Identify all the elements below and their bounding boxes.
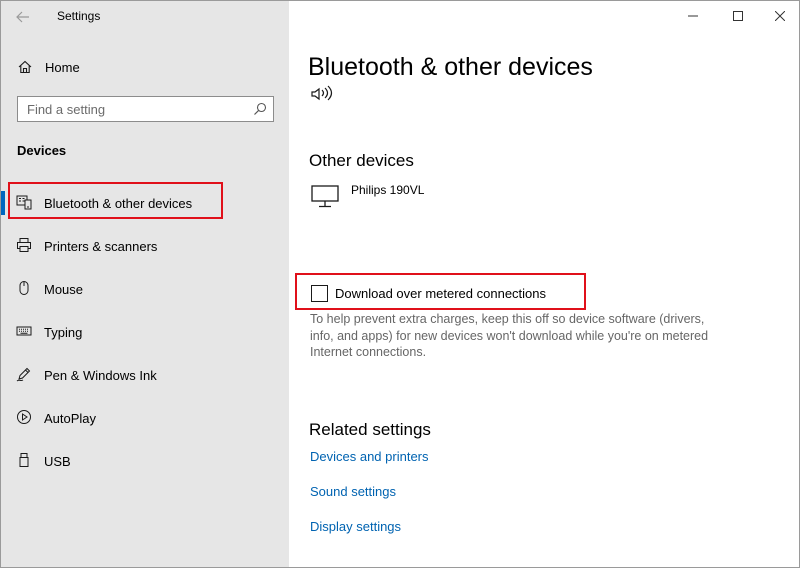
sidebar-item-bluetooth[interactable]: Bluetooth & other devices — [1, 182, 289, 225]
related-settings-title: Related settings — [309, 420, 431, 439]
metered-label[interactable]: Download over metered connections — [335, 286, 546, 301]
close-icon — [775, 11, 785, 21]
sidebar-item-label: USB — [44, 454, 71, 469]
keyboard-icon — [16, 326, 32, 336]
sidebar-item-label: Bluetooth & other devices — [44, 196, 193, 211]
printer-icon — [17, 238, 31, 252]
other-devices-title: Other devices — [309, 151, 414, 170]
selection-indicator — [1, 191, 5, 215]
sidebar-item-label: Mouse — [44, 282, 84, 297]
device-name: Philips 190VL — [351, 183, 425, 197]
page-title: Bluetooth & other devices — [308, 53, 593, 81]
metered-help-text: To help prevent extra charges, keep this… — [310, 312, 709, 359]
sidebar: Settings Home Find a setting Devices Blu… — [1, 1, 289, 567]
search-placeholder: Find a setting — [27, 102, 106, 117]
maximize-icon — [733, 11, 743, 21]
search-icon[interactable] — [253, 102, 267, 116]
app-title: Settings — [57, 9, 101, 23]
sidebar-item-printers[interactable]: Printers & scanners — [1, 225, 289, 268]
minimize-button[interactable] — [679, 5, 707, 27]
back-arrow-icon — [16, 11, 29, 23]
link-display-settings[interactable]: Display settings — [310, 519, 401, 534]
link-sound-settings[interactable]: Sound settings — [310, 484, 396, 499]
mouse-icon — [19, 281, 29, 295]
sidebar-item-typing[interactable]: Typing — [1, 311, 289, 354]
usb-icon — [19, 453, 29, 467]
sidebar-item-label: AutoPlay — [44, 411, 97, 426]
close-button[interactable] — [766, 5, 794, 27]
bluetooth-devices-icon — [16, 195, 32, 210]
sidebar-item-label: Typing — [44, 325, 83, 340]
sidebar-item-pen[interactable]: Pen & Windows Ink — [1, 354, 289, 397]
home-icon — [18, 60, 32, 74]
search-input[interactable]: Find a setting — [17, 96, 274, 122]
sidebar-item-label: Pen & Windows Ink — [44, 368, 157, 383]
sidebar-item-label: Printers & scanners — [44, 239, 158, 254]
monitor-icon — [311, 185, 339, 208]
maximize-button[interactable] — [724, 5, 752, 27]
sidebar-item-mouse[interactable]: Mouse — [1, 268, 289, 311]
sidebar-item-home[interactable]: Home — [1, 51, 289, 83]
sidebar-item-usb[interactable]: USB — [1, 440, 289, 483]
sidebar-item-autoplay[interactable]: AutoPlay — [1, 397, 289, 440]
home-label: Home — [45, 60, 80, 75]
speaker-icon — [311, 85, 333, 101]
back-button[interactable] — [11, 5, 35, 29]
metered-checkbox[interactable] — [311, 285, 328, 302]
sidebar-nav: Bluetooth & other devices Printers & sca… — [1, 182, 289, 483]
settings-window: Settings Home Find a setting Devices Blu… — [0, 0, 800, 568]
minimize-icon — [688, 15, 698, 17]
section-title-devices: Devices — [17, 143, 67, 158]
main-content: Bluetooth & other devices Other devices … — [289, 1, 799, 567]
link-devices-and-printers[interactable]: Devices and printers — [310, 449, 429, 464]
autoplay-icon — [17, 410, 31, 424]
pen-icon — [16, 367, 31, 382]
